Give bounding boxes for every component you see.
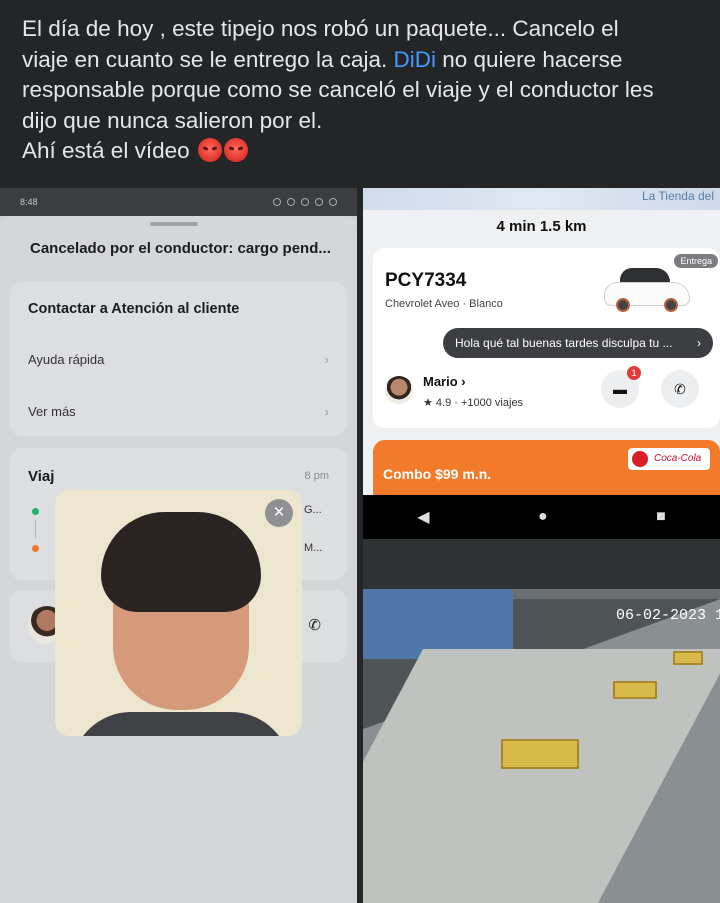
location-icon bbox=[287, 198, 295, 206]
call-button[interactable]: ✆ bbox=[661, 370, 699, 408]
map[interactable]: La Tienda del bbox=[363, 188, 720, 210]
post-text: El día de hoy , este tipejo nos robó un … bbox=[0, 0, 720, 188]
driver-photo-popup: × bbox=[55, 490, 302, 736]
chevron-right-icon: › bbox=[324, 404, 329, 419]
alarm-icon bbox=[273, 198, 281, 206]
status-bar: 8:48 bbox=[0, 188, 357, 216]
chat-badge: 1 bbox=[627, 366, 641, 380]
right-phone-screenshot: La Tienda del 4 min 1.5 km Entrega PCY73… bbox=[363, 188, 720, 495]
recents-icon[interactable]: ■ bbox=[656, 508, 666, 526]
close-button[interactable]: × bbox=[265, 499, 293, 527]
mute-icon bbox=[301, 198, 309, 206]
eta-distance: 4 min 1.5 km bbox=[496, 218, 587, 235]
bottom-sheet: Cancelado por el conductor: cargo pend..… bbox=[0, 216, 357, 903]
left-phone-screenshot: 8:48 Cancelado por el conductor: cargo p… bbox=[0, 188, 357, 903]
post-line-2a: viaje en cuanto se le entrego la caja. bbox=[22, 46, 394, 72]
cctv-timestamp: 06-02-2023 1 bbox=[615, 607, 720, 624]
phone-icon: ✆ bbox=[674, 381, 686, 397]
post-line-1: El día de hoy , este tipejo nos robó un … bbox=[22, 16, 619, 41]
see-more-item[interactable]: Ver más › bbox=[28, 404, 329, 419]
chevron-right-icon: › bbox=[324, 352, 329, 367]
promo-banner[interactable]: Coca-Cola Combo $99 m.n. bbox=[373, 440, 720, 495]
post-line-4: dijo que nunca salieron por el. bbox=[22, 107, 323, 133]
post-line-2: viaje en cuanto se le entrego la caja. D… bbox=[22, 45, 700, 76]
driver-rating: ★ 4.9 · +1000 viajes bbox=[423, 397, 524, 409]
trip-time: 8 pm bbox=[304, 470, 329, 482]
sheet-grabber[interactable] bbox=[150, 222, 198, 226]
message-preview[interactable]: Hola qué tal buenas tardes disculpa tu .… bbox=[443, 328, 713, 358]
planter bbox=[673, 651, 703, 665]
chat-button[interactable]: ▬ 1 bbox=[601, 366, 641, 408]
promo-text: Combo $99 m.n. bbox=[383, 466, 492, 482]
cctv-footage: 06-02-2023 1 bbox=[363, 539, 720, 903]
trip-heading: Viaj bbox=[28, 468, 55, 485]
phone-icon[interactable]: ✆ bbox=[308, 616, 321, 634]
post-line-2b: no quiere hacerse bbox=[436, 46, 623, 72]
route-line bbox=[35, 520, 36, 538]
license-plate: PCY7334 bbox=[385, 270, 467, 291]
driver-avatar[interactable] bbox=[385, 376, 413, 404]
support-card: Contactar a Atención al cliente Ayuda rá… bbox=[10, 282, 347, 436]
coca-cola-logo: Coca-Cola bbox=[628, 448, 710, 470]
trip-status-title: Cancelado por el conductor: cargo pend..… bbox=[30, 240, 331, 257]
car-image bbox=[604, 268, 690, 314]
driver-name[interactable]: Mario › bbox=[423, 374, 466, 389]
driver-card: Entrega PCY7334 Chevrolet Aveo · Blanco … bbox=[373, 248, 720, 428]
didi-link[interactable]: DiDi bbox=[394, 47, 437, 72]
dropoff-address: M... bbox=[304, 542, 323, 554]
back-icon[interactable]: ◀ bbox=[417, 507, 429, 527]
driver-face-image bbox=[71, 512, 291, 736]
android-nav-bar: ◀ ● ■ bbox=[363, 495, 720, 539]
map-label: La Tienda del bbox=[641, 189, 714, 203]
post-line-5: Ahí está el vídeo bbox=[22, 136, 700, 167]
delivery-badge: Entrega bbox=[674, 254, 718, 268]
message-text: Hola qué tal buenas tardes disculpa tu .… bbox=[455, 336, 673, 350]
battery-icon bbox=[329, 198, 337, 206]
car-model: Chevrolet Aveo · Blanco bbox=[385, 298, 503, 310]
pickup-dot-icon bbox=[32, 508, 39, 515]
support-heading: Contactar a Atención al cliente bbox=[28, 301, 240, 317]
planter bbox=[501, 739, 579, 769]
quick-help-label: Ayuda rápida bbox=[28, 352, 105, 367]
chat-icon: ▬ bbox=[613, 381, 627, 397]
see-more-label: Ver más bbox=[28, 404, 76, 419]
status-time: 8:48 bbox=[20, 197, 38, 207]
planter bbox=[613, 681, 657, 699]
angry-emoji-icon bbox=[223, 138, 248, 162]
status-icons bbox=[273, 198, 337, 206]
pickup-address: G... bbox=[304, 504, 322, 516]
dropoff-dot-icon bbox=[32, 545, 39, 552]
chevron-right-icon: › bbox=[697, 336, 701, 350]
angry-emoji-icon bbox=[197, 138, 222, 162]
post-line-5-text: Ahí está el vídeo bbox=[22, 138, 190, 163]
post-line-3: responsable porque como se canceló el vi… bbox=[22, 77, 654, 102]
wifi-icon bbox=[315, 198, 323, 206]
home-icon[interactable]: ● bbox=[538, 508, 548, 526]
quick-help-item[interactable]: Ayuda rápida › bbox=[28, 352, 329, 367]
